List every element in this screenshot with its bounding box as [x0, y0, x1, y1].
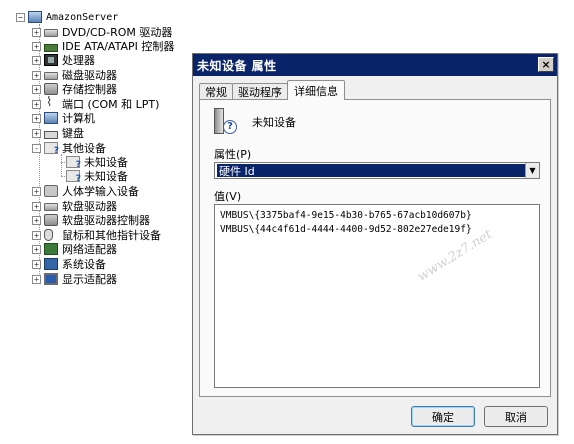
close-button[interactable]: × — [538, 57, 554, 72]
tree-item-computer[interactable]: + 计算机 — [32, 111, 95, 125]
collapse-icon[interactable]: - — [32, 143, 41, 153]
properties-dialog: 未知设备 属性 × 常规 驱动程序 详细信息 ? 未知设备 属性(P) 硬件 I… — [192, 53, 558, 435]
tree-item-label: 系统设备 — [62, 258, 106, 271]
list-item[interactable]: VMBUS\{3375baf4-9e15-4b30-b765-67acb10d6… — [220, 209, 534, 223]
expand-icon[interactable]: + — [32, 55, 41, 65]
value-list[interactable]: VMBUS\{3375baf4-9e15-4b30-b765-67acb10d6… — [214, 204, 540, 388]
floppy-controller-icon — [44, 214, 58, 226]
tree-item-keyboard[interactable]: + 键盘 — [32, 126, 84, 140]
expand-icon[interactable]: + — [32, 84, 41, 94]
tree-item-label: 未知设备 — [84, 170, 128, 183]
expand-icon[interactable]: + — [32, 274, 41, 284]
tree-item-cd-drive[interactable]: + DVD/CD-ROM 驱动器 — [32, 25, 172, 39]
floppy-drive-icon — [44, 203, 58, 211]
tree-item-other-devices[interactable]: - 其他设备 — [32, 141, 106, 156]
ok-button[interactable]: 确定 — [411, 406, 475, 427]
tree-item-unknown-device[interactable]: 未知设备 — [66, 155, 128, 170]
system-device-icon — [44, 258, 58, 270]
unknown-device-icon: ? — [214, 108, 237, 136]
tree-item-label: 软盘驱动器控制器 — [62, 214, 150, 227]
expand-icon[interactable]: + — [32, 27, 41, 37]
tree-item-floppy-controller[interactable]: + 软盘驱动器控制器 — [32, 213, 150, 227]
tree-guide-line — [61, 154, 62, 176]
tree-item-port[interactable]: + 端口 (COM 和 LPT) — [32, 95, 159, 111]
list-item[interactable]: VMBUS\{44c4f61d-4444-4400-9d52-802e27ede… — [220, 223, 534, 237]
cancel-button[interactable]: 取消 — [484, 406, 548, 427]
property-label: 属性(P) — [214, 148, 252, 161]
tree-item-display-adapter[interactable]: + 显示适配器 — [32, 272, 117, 286]
tab-details[interactable]: 详细信息 — [287, 80, 345, 100]
expand-icon[interactable]: + — [32, 259, 41, 269]
collapse-icon[interactable]: − — [16, 12, 25, 22]
hid-icon — [44, 185, 58, 197]
port-icon — [44, 95, 58, 110]
tree-item-unknown-device[interactable]: 未知设备 — [66, 169, 128, 184]
tree-item-label: 网络适配器 — [62, 243, 117, 256]
cd-drive-icon — [44, 29, 58, 37]
network-adapter-icon — [44, 243, 58, 255]
tree-root[interactable]: − AmazonServer — [16, 10, 118, 24]
device-header: ? 未知设备 — [214, 108, 296, 136]
device-name: 未知设备 — [252, 116, 296, 129]
computer-icon — [28, 11, 42, 23]
value-label: 值(V) — [214, 190, 242, 203]
tree-item-label: 存储控制器 — [62, 83, 117, 96]
expand-icon[interactable]: + — [32, 230, 41, 240]
dialog-titlebar[interactable]: 未知设备 属性 × — [193, 54, 557, 76]
dialog-title: 未知设备 属性 — [197, 58, 277, 73]
tab-general[interactable]: 常规 — [199, 83, 233, 100]
property-select[interactable]: 硬件 Id ▼ — [214, 162, 540, 179]
tree-item-disk-drive[interactable]: + 磁盘驱动器 — [32, 68, 117, 82]
unknown-device-icon — [66, 156, 81, 170]
tree-item-label: 计算机 — [62, 112, 95, 125]
tree-item-ide-controller[interactable]: + IDE ATA/ATAPI 控制器 — [32, 39, 174, 53]
tree-item-system-devices[interactable]: + 系统设备 — [32, 257, 106, 271]
tab-driver[interactable]: 驱动程序 — [232, 83, 288, 100]
unknown-device-icon — [44, 142, 59, 156]
mouse-icon — [44, 229, 53, 241]
tree-item-storage-controller[interactable]: + 存储控制器 — [32, 82, 117, 96]
expand-icon[interactable]: + — [32, 201, 41, 211]
property-selected-value: 硬件 Id — [217, 164, 525, 178]
expand-icon[interactable]: + — [32, 215, 41, 225]
tree-item-label: 处理器 — [62, 54, 95, 67]
chevron-down-icon[interactable]: ▼ — [525, 163, 539, 178]
expand-icon[interactable]: + — [32, 128, 41, 138]
unknown-device-icon — [66, 170, 81, 184]
details-panel: ? 未知设备 属性(P) 硬件 Id ▼ 值(V) VMBUS\{3375baf… — [199, 99, 551, 397]
tree-item-network-adapter[interactable]: + 网络适配器 — [32, 242, 117, 256]
tree-item-processor[interactable]: + 处理器 — [32, 53, 95, 67]
expand-icon[interactable]: + — [32, 244, 41, 254]
storage-controller-icon — [44, 83, 58, 95]
tree-item-hid[interactable]: + 人体学输入设备 — [32, 184, 139, 198]
processor-icon — [44, 54, 58, 66]
expand-icon[interactable]: + — [32, 70, 41, 80]
expand-icon[interactable]: + — [32, 186, 41, 196]
display-adapter-icon — [44, 273, 58, 285]
ide-controller-icon — [44, 43, 58, 52]
expand-icon[interactable]: + — [32, 41, 41, 51]
tree-root-label: AmazonServer — [46, 11, 119, 23]
disk-drive-icon — [44, 72, 58, 80]
tree-item-floppy-drive[interactable]: + 软盘驱动器 — [32, 199, 117, 213]
computer-icon — [44, 112, 58, 124]
tab-strip: 常规 驱动程序 详细信息 — [199, 80, 345, 100]
tree-item-label: 人体学输入设备 — [62, 185, 139, 198]
tree-item-label: 键盘 — [62, 127, 84, 140]
keyboard-icon — [44, 130, 58, 139]
tree-item-label: 显示适配器 — [62, 273, 117, 286]
tree-item-mouse[interactable]: + 鼠标和其他指针设备 — [32, 228, 161, 242]
expand-icon[interactable]: + — [32, 99, 41, 109]
expand-icon[interactable]: + — [32, 113, 41, 123]
